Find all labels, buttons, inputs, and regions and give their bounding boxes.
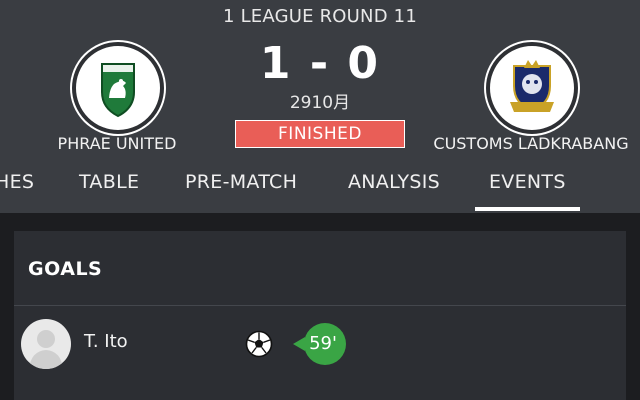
home-team-crest-icon [101, 63, 135, 118]
home-team-logo[interactable] [72, 42, 164, 134]
match-status-badge: FINISHED [235, 120, 405, 148]
card-divider [14, 305, 626, 306]
player-silhouette-icon [29, 330, 63, 369]
active-tab-indicator [475, 207, 580, 211]
tab-events[interactable]: EVENTS [489, 171, 566, 193]
goals-title: GOALS [28, 258, 103, 280]
goals-card: GOALS T. Ito 59' [14, 231, 626, 400]
away-team-logo[interactable] [486, 42, 578, 134]
tab-matches[interactable]: HES [0, 171, 34, 193]
tab-table[interactable]: TABLE [79, 171, 139, 193]
away-team-name[interactable]: CUSTOMS LADKRABANG [431, 134, 631, 153]
tab-analysis[interactable]: ANALYSIS [348, 171, 440, 193]
match-header: 1 LEAGUE ROUND 11 PHRAE UNITED 1 - 0 291… [0, 0, 640, 213]
player-avatar [21, 319, 71, 369]
match-tabs: HES TABLE PRE-MATCH ANALYSIS EVENTS [0, 168, 640, 213]
football-icon [245, 330, 273, 358]
goal-minute: 59' [309, 333, 337, 354]
goal-scorer-name: T. Ito [84, 331, 128, 352]
round-title: 1 LEAGUE ROUND 11 [223, 6, 417, 27]
away-team-crest-icon [510, 60, 554, 112]
match-date: 2910月 [289, 93, 351, 113]
tab-pre-match[interactable]: PRE-MATCH [185, 171, 297, 193]
match-score: 1 - 0 [259, 38, 381, 89]
home-team-name[interactable]: PHRAE UNITED [17, 134, 217, 153]
